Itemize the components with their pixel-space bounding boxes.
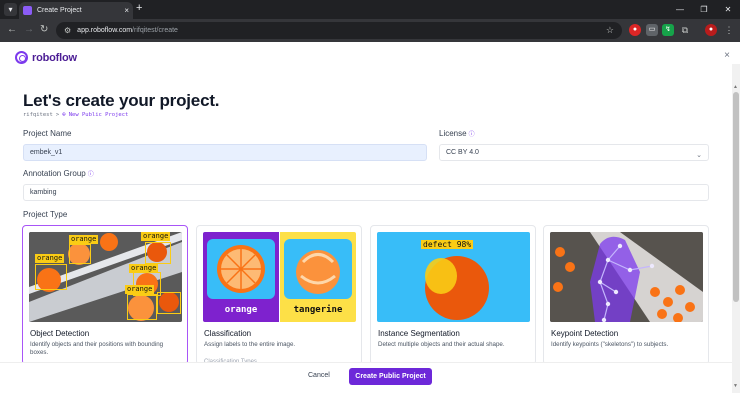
extension-green-icon[interactable]: ↯ <box>662 24 674 36</box>
cancel-button[interactable]: Cancel <box>308 372 330 379</box>
breadcrumb-separator: > <box>55 111 60 118</box>
extension-card-icon[interactable]: ▭ <box>646 24 658 36</box>
extension-red-icon[interactable]: ● <box>629 24 641 36</box>
worker-keypoints-illustration <box>550 232 703 322</box>
project-type-card-object-detection[interactable]: orange orange orange orange orange Objec… <box>22 225 188 365</box>
roboflow-favicon-icon <box>23 6 32 15</box>
site-info-icon[interactable]: ⚙ <box>64 26 71 35</box>
annotation-group-label-row: Annotation Group ⓘ <box>23 169 94 178</box>
browser-toolbar: ← → ↻ ⚙ app.roboflow.com/rifqitest/creat… <box>0 19 740 42</box>
dialog-footer: Cancel Create Public Project <box>0 362 732 393</box>
annotation-group-label: Annotation Group <box>23 169 86 178</box>
help-icon[interactable]: ⓘ <box>88 172 94 178</box>
project-type-card-instance-segmentation[interactable]: defect 98% Instance Segmentation Detect … <box>370 225 536 365</box>
detection-box <box>69 244 91 264</box>
page: roboflow × Let's create your project. ri… <box>0 42 740 393</box>
detection-label: orange <box>129 264 159 273</box>
extensions-puzzle-icon[interactable]: ⧉ <box>679 24 691 36</box>
detection-label: orange <box>69 235 99 244</box>
browser-tab[interactable]: Create Project × <box>19 2 133 19</box>
chevron-down-icon: ⌄ <box>696 152 702 159</box>
new-tab-button[interactable]: + <box>136 2 142 14</box>
card-description: Assign labels to the entire image. <box>204 341 296 348</box>
scrollbar-thumb[interactable] <box>733 92 739 302</box>
license-value: CC BY 4.0 <box>446 149 479 156</box>
scroll-up-icon[interactable]: ▲ <box>733 84 738 90</box>
card-description: Detect multiple objects and their actual… <box>378 341 505 348</box>
classification-label-left: orange <box>224 305 258 315</box>
page-scrollbar[interactable]: ▲ ▼ <box>732 64 740 393</box>
card-description: Identify keypoints ("skeletons") to subj… <box>551 341 669 348</box>
classification-label-right: tangerine <box>293 305 343 315</box>
license-label: License <box>439 129 467 138</box>
logo-text: roboflow <box>32 51 77 64</box>
tab-title: Create Project <box>37 7 82 14</box>
scroll-down-icon[interactable]: ▼ <box>733 383 738 389</box>
license-label-row: License ⓘ <box>439 129 475 138</box>
detection-box <box>35 264 67 290</box>
detection-label: orange <box>125 285 155 294</box>
address-bar[interactable]: ⚙ app.roboflow.com/rifqitest/create ☆ <box>56 22 622 39</box>
breadcrumb-current: New Public Project <box>68 111 129 118</box>
globe-icon: ⊕ <box>62 111 66 118</box>
forward-icon[interactable]: → <box>24 24 34 36</box>
project-name-input[interactable]: embek_v1 <box>23 144 427 161</box>
detection-label: orange <box>35 254 65 263</box>
card-title: Classification <box>204 329 252 338</box>
project-name-label: Project Name <box>23 129 72 138</box>
restore-icon[interactable]: ❐ <box>692 0 716 19</box>
classification-thumbnail: orange tangerine <box>203 232 356 322</box>
project-type-label: Project Type <box>23 210 68 219</box>
breadcrumb: rifqitest > ⊕ New Public Project <box>23 111 128 118</box>
roboflow-logo-icon <box>15 51 28 64</box>
keypoint-detection-thumbnail <box>550 232 703 322</box>
minimize-icon[interactable]: — <box>668 0 692 19</box>
bookmark-star-icon[interactable]: ☆ <box>606 25 614 36</box>
browser-menu-icon[interactable]: ⋮ <box>723 24 735 36</box>
url-text: app.roboflow.com/rifqitest/create <box>77 27 178 34</box>
browser-tab-bar: ▾ Create Project × + — ❐ ✕ <box>0 0 740 19</box>
close-dialog-icon[interactable]: × <box>724 50 730 61</box>
close-window-icon[interactable]: ✕ <box>716 0 740 19</box>
back-icon[interactable]: ← <box>7 24 17 36</box>
detection-box <box>127 294 157 320</box>
object-detection-thumbnail: orange orange orange orange orange <box>29 232 182 322</box>
page-title: Let's create your project. <box>23 91 220 110</box>
create-public-project-button[interactable]: Create Public Project <box>349 368 432 385</box>
reload-icon[interactable]: ↻ <box>40 24 48 36</box>
tab-search-button[interactable]: ▾ <box>4 3 17 16</box>
project-type-card-keypoint-detection[interactable]: Keypoint Detection Identify keypoints ("… <box>543 225 709 365</box>
project-type-card-classification[interactable]: orange tangerine Classification Assign l… <box>196 225 362 365</box>
detection-label: orange <box>141 232 171 241</box>
segmentation-label: defect 98% <box>421 240 474 249</box>
tab-close-icon[interactable]: × <box>124 6 129 15</box>
card-title: Keypoint Detection <box>551 329 619 338</box>
license-select[interactable]: CC BY 4.0 ⌄ <box>439 144 709 161</box>
card-title: Object Detection <box>30 329 90 338</box>
breadcrumb-workspace[interactable]: rifqitest <box>23 112 53 118</box>
roboflow-logo[interactable]: roboflow <box>15 51 77 64</box>
window-controls: — ❐ ✕ <box>668 0 740 19</box>
detection-box <box>145 242 171 264</box>
card-title: Instance Segmentation <box>378 329 460 338</box>
help-icon[interactable]: ⓘ <box>469 132 475 138</box>
instance-segmentation-thumbnail: defect 98% <box>377 232 530 322</box>
annotation-group-input[interactable]: kambing <box>23 184 709 201</box>
detection-box <box>157 292 181 314</box>
profile-avatar-icon[interactable]: ● <box>705 24 717 36</box>
card-description: Identify objects and their positions wit… <box>30 341 164 356</box>
